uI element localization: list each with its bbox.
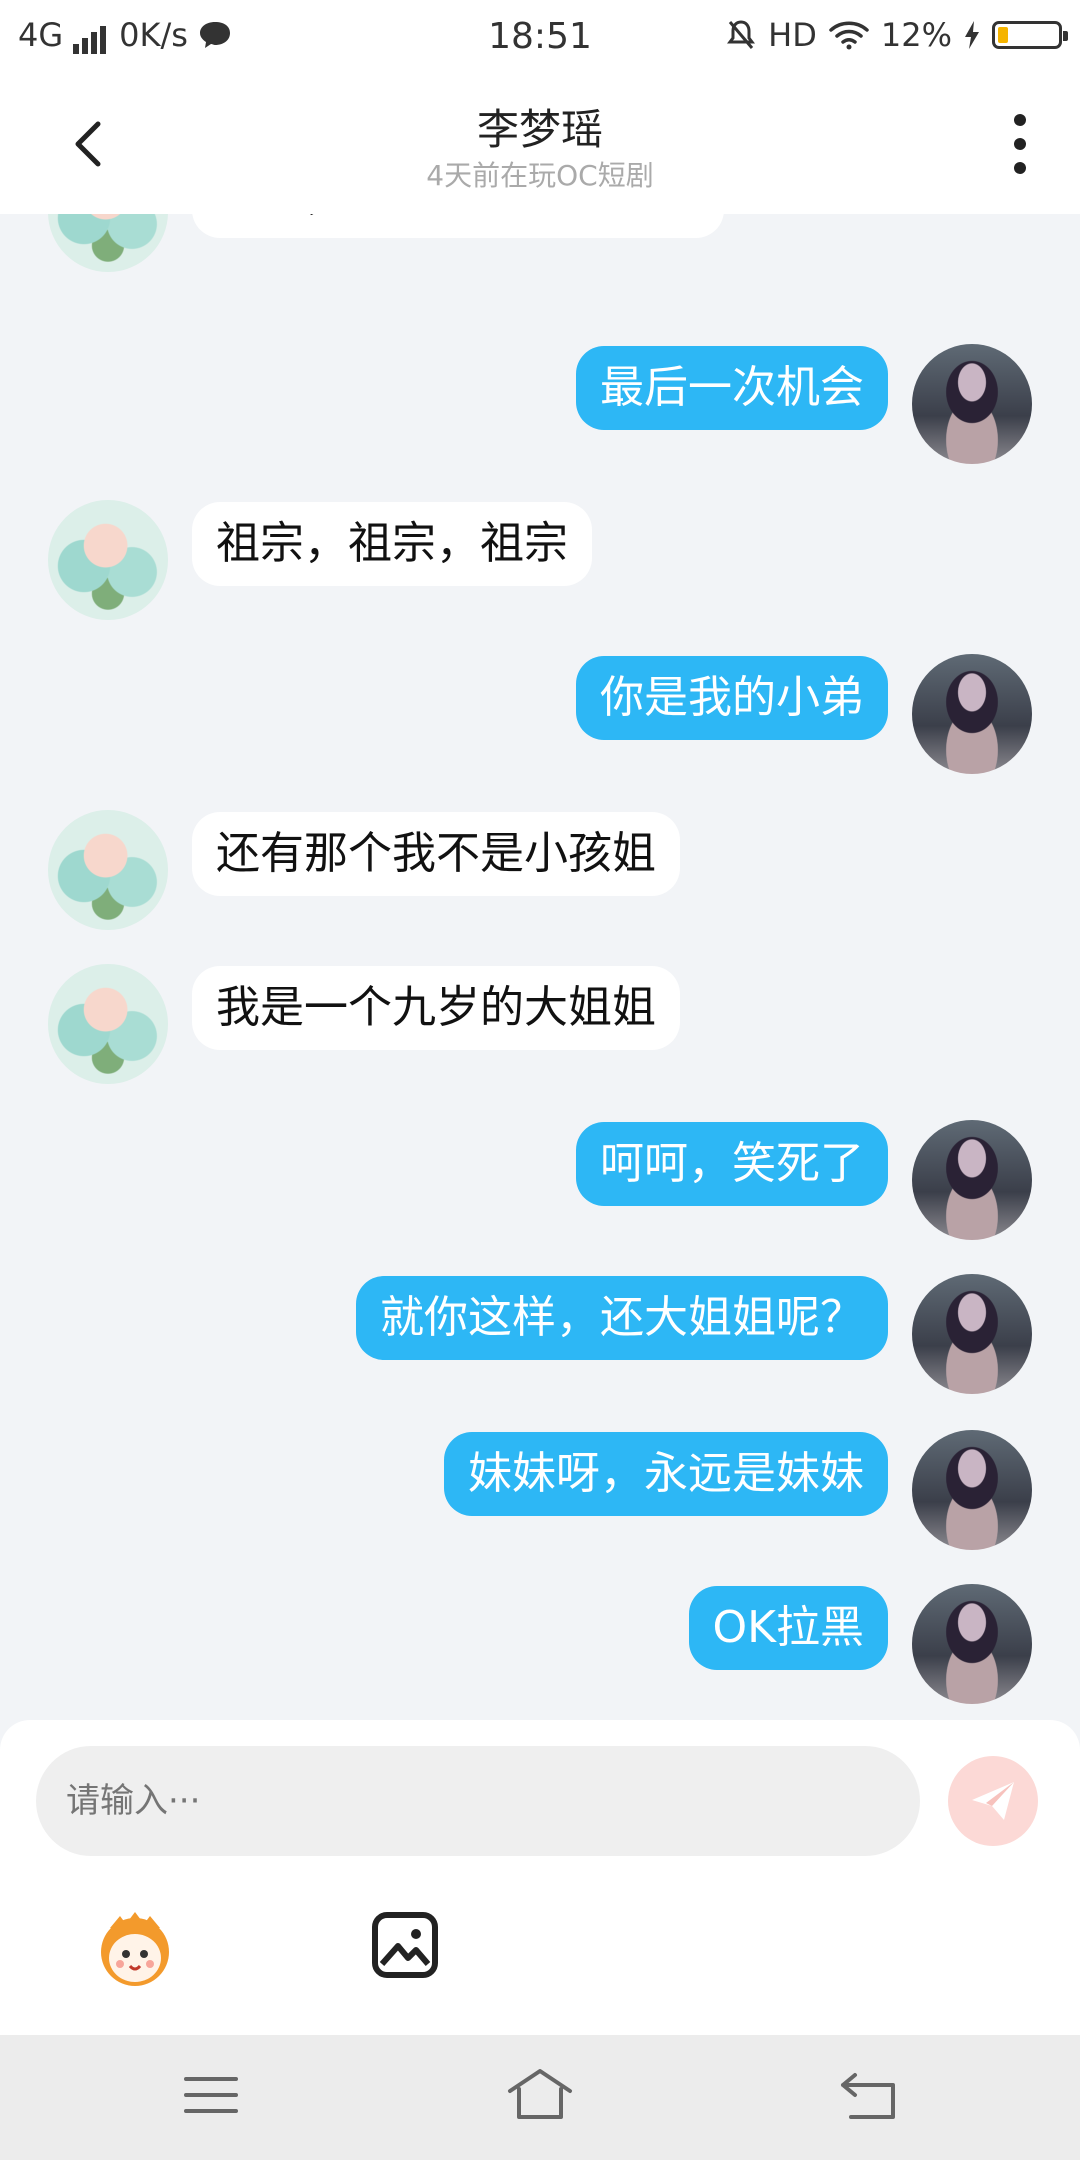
message-row: OK拉黑	[0, 1584, 1080, 1704]
paper-plane-icon	[972, 1782, 1014, 1820]
message-row: 祖宗，祖宗，祖宗	[0, 500, 1080, 620]
wifi-icon	[829, 21, 869, 50]
message-row: 还有那个我不是小孩姐	[0, 810, 1080, 930]
status-bar: 4G 0K/s 18:51 HD 12%	[0, 0, 1080, 74]
message-bubble[interactable]: 妹妹呀，永远是妹妹	[444, 1432, 888, 1516]
contact-name: 李梦瑶	[476, 105, 603, 154]
status-right: HD 12%	[726, 16, 1068, 54]
image-button[interactable]	[370, 1910, 440, 1980]
message-bubble[interactable]: 呵呵，笑死了	[576, 1122, 888, 1206]
message-row: 你是我的小弟	[0, 654, 1080, 774]
message-row: 最后一次机会	[0, 344, 1080, 464]
avatar[interactable]	[48, 500, 168, 620]
contact-status: 4天前在玩OC短剧	[426, 159, 654, 192]
message-row: 大哥，以后你就是我祖宗	[0, 214, 1080, 272]
home-icon	[508, 2069, 572, 2119]
send-button[interactable]	[948, 1756, 1038, 1846]
charging-bolt-icon	[965, 21, 979, 49]
emoji-mascot-icon	[101, 1912, 169, 1986]
avatar[interactable]	[48, 214, 168, 272]
menu-icon	[184, 2077, 238, 2113]
message-bubble[interactable]: 你是我的小弟	[576, 656, 888, 740]
avatar[interactable]	[48, 810, 168, 930]
avatar[interactable]	[912, 1274, 1032, 1394]
message-bubble[interactable]: 祖宗，祖宗，祖宗	[192, 502, 592, 586]
message-bubble[interactable]: 就你这样，还大姐姐呢？	[356, 1276, 888, 1360]
avatar[interactable]	[912, 1584, 1032, 1704]
return-button[interactable]	[835, 2065, 905, 2125]
avatar[interactable]	[912, 1430, 1032, 1550]
emoji-button[interactable]	[90, 1900, 180, 1990]
message-row: 就你这样，还大姐姐呢？	[0, 1274, 1080, 1394]
image-icon	[372, 1912, 438, 1978]
battery-percent: 12%	[880, 16, 952, 54]
message-bubble[interactable]: 最后一次机会	[576, 346, 888, 430]
avatar[interactable]	[912, 344, 1032, 464]
chat-header: 李梦瑶 4天前在玩OC短剧	[0, 74, 1080, 214]
avatar[interactable]	[912, 654, 1032, 774]
hd-badge: HD	[768, 16, 817, 54]
avatar[interactable]	[912, 1120, 1032, 1240]
home-button[interactable]	[505, 2065, 575, 2125]
message-row: 妹妹呀，永远是妹妹	[0, 1430, 1080, 1550]
message-bubble[interactable]: 我是一个九岁的大姐姐	[192, 966, 680, 1050]
more-vertical-icon	[1014, 114, 1026, 126]
message-row: 我是一个九岁的大姐姐	[0, 964, 1080, 1084]
composer	[0, 1720, 1080, 2035]
message-bubble[interactable]: 大哥，以后你就是我祖宗	[192, 214, 724, 238]
return-icon	[841, 2073, 895, 2119]
system-nav-bar	[0, 2035, 1080, 2160]
menu-button[interactable]	[176, 2065, 246, 2125]
message-row: 呵呵，笑死了	[0, 1120, 1080, 1240]
mute-bell-icon	[727, 20, 756, 49]
message-list[interactable]: 大哥，以后你就是我祖宗 最后一次机会 祖宗，祖宗，祖宗 你是我的小弟 还有那个我…	[0, 214, 1080, 1720]
more-options-button[interactable]	[1000, 114, 1040, 174]
battery-icon	[992, 21, 1068, 49]
avatar[interactable]	[48, 964, 168, 1084]
message-bubble[interactable]: 还有那个我不是小孩姐	[192, 812, 680, 896]
message-input[interactable]	[36, 1746, 920, 1856]
message-bubble[interactable]: OK拉黑	[688, 1586, 888, 1670]
